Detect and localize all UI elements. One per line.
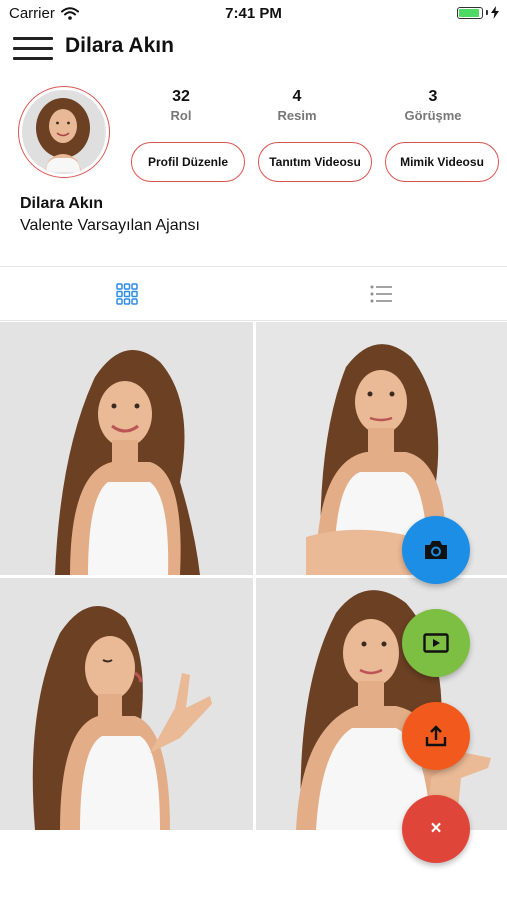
avatar[interactable]	[18, 86, 110, 178]
stat-label: Resim	[277, 108, 317, 123]
camera-icon	[425, 541, 447, 559]
close-icon: ×	[430, 818, 442, 839]
stat-photos[interactable]: 4 Resim	[252, 88, 342, 123]
divider	[0, 320, 507, 321]
nav-bar: Dilara Akın	[0, 28, 507, 68]
photo-arms-crossed[interactable]	[256, 322, 507, 575]
edit-profile-button[interactable]: Profil Düzenle	[131, 142, 245, 182]
stat-roles[interactable]: 32 Rol	[136, 88, 226, 123]
avatar-photo	[22, 90, 104, 172]
intro-video-button[interactable]: Tanıtım Videosu	[258, 142, 372, 182]
status-bar: Carrier 7:41 PM	[0, 0, 507, 28]
hamburger-icon	[13, 37, 53, 40]
play-icon	[423, 633, 449, 653]
stat-label: Görüşme	[404, 108, 462, 123]
photo-finger-gun[interactable]	[0, 578, 253, 830]
camera-fab-button[interactable]	[402, 516, 470, 584]
profile-agency: Valente Varsayılan Ajansı	[20, 217, 200, 234]
stat-value: 4	[292, 88, 302, 105]
battery-indicator	[457, 6, 499, 19]
close-fab-button[interactable]: ×	[402, 795, 470, 863]
grid-icon	[115, 283, 138, 305]
mimic-video-button[interactable]: Mimik Videosu	[385, 142, 499, 182]
battery-icon	[457, 6, 483, 19]
profile-name: Dilara Akın	[20, 195, 103, 212]
page-title: Dilara Akın	[65, 34, 174, 57]
stat-value: 32	[172, 88, 190, 105]
divider	[0, 266, 507, 267]
stat-value: 3	[428, 88, 438, 105]
photo-pondering[interactable]	[256, 578, 507, 830]
upload-icon	[425, 725, 447, 747]
upload-fab-button[interactable]	[402, 702, 470, 770]
stat-interviews[interactable]: 3 Görüşme	[388, 88, 478, 123]
clock: 7:41 PM	[225, 5, 282, 22]
stat-label: Rol	[170, 108, 192, 123]
tab-list[interactable]	[254, 268, 507, 320]
tab-grid[interactable]	[0, 268, 253, 320]
charging-bolt-icon	[491, 6, 499, 19]
list-icon	[370, 285, 392, 303]
menu-button[interactable]	[13, 33, 53, 63]
video-fab-button[interactable]	[402, 609, 470, 677]
photo-smiling[interactable]	[0, 322, 253, 575]
